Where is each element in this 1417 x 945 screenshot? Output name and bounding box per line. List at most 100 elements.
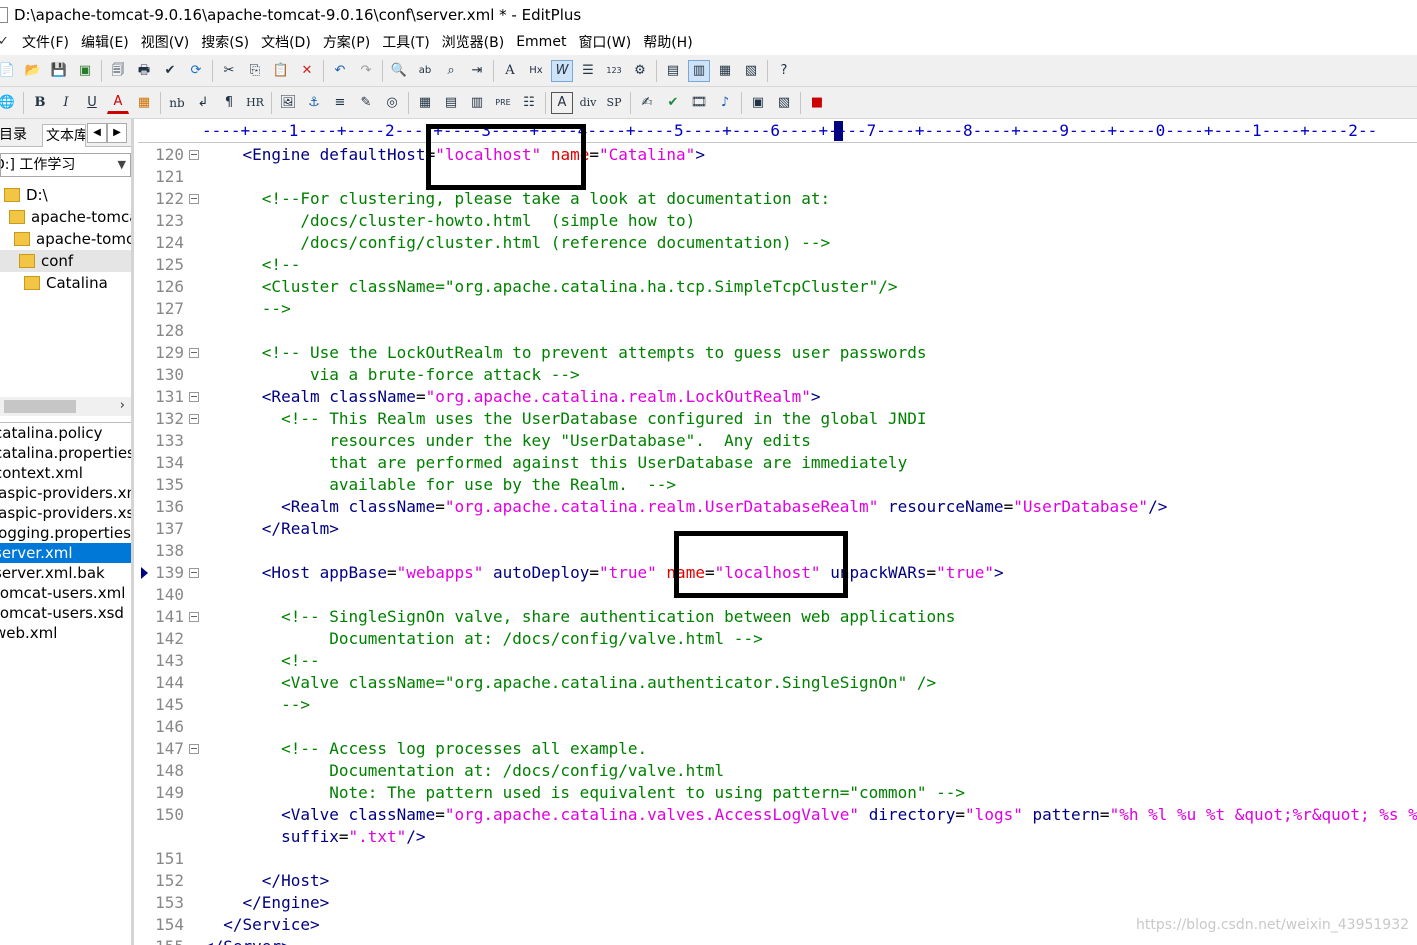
spell-check-icon[interactable]: ✔	[159, 60, 181, 82]
file-item[interactable]: server.xml.bak	[0, 563, 131, 583]
code-line[interactable]: 155 </Server>	[138, 936, 1417, 945]
file-item-selected[interactable]: server.xml	[0, 543, 131, 563]
system-menu-icon[interactable]: ✓	[0, 35, 12, 49]
div-button[interactable]: div	[577, 92, 599, 114]
italic-button[interactable]: I	[55, 92, 77, 114]
tree-node[interactable]: apache-tomcat-9.0.16	[9, 206, 131, 228]
help-icon[interactable]: ?	[773, 60, 795, 82]
ordered-list-icon[interactable]: ☷	[518, 92, 540, 114]
menu-edit[interactable]: 编辑(E)	[75, 32, 135, 52]
code-line[interactable]: 134 that are performed against this User…	[138, 452, 1417, 474]
media-icon[interactable]: 🎞	[688, 92, 710, 114]
tree-node[interactable]: D:\	[4, 184, 48, 206]
column-select-icon[interactable]: ☰	[577, 60, 599, 82]
code-line[interactable]: 141 <!-- SingleSignOn valve, share authe…	[138, 606, 1417, 628]
file-item[interactable]: tomcat-users.xsd	[0, 603, 131, 623]
menu-tools[interactable]: 工具(T)	[376, 32, 435, 52]
code-line[interactable]: 127 -->	[138, 298, 1417, 320]
undo-icon[interactable]: ↶	[329, 60, 351, 82]
save-all-icon[interactable]: ▣	[74, 60, 96, 82]
code-line[interactable]: 142 Documentation at: /docs/config/valve…	[138, 628, 1417, 650]
replace-icon[interactable]: ab	[414, 60, 436, 82]
underline-button[interactable]: U	[81, 92, 103, 114]
code-line[interactable]: 131 <Realm className="org.apache.catalin…	[138, 386, 1417, 408]
scrollbar-thumb[interactable]	[4, 400, 76, 413]
code-line[interactable]: 128	[138, 320, 1417, 342]
print-icon[interactable]: 🖶	[133, 60, 155, 82]
clip-icon[interactable]: ▧	[773, 92, 795, 114]
code-line[interactable]: 132 <!-- This Realm uses the UserDatabas…	[138, 408, 1417, 430]
code-line[interactable]: 136 <Realm className="org.apache.catalin…	[138, 496, 1417, 518]
list-icon[interactable]: ≡	[329, 92, 351, 114]
table-icon[interactable]: ▦	[414, 92, 436, 114]
code-line[interactable]: 151	[138, 848, 1417, 870]
code-line[interactable]: 147 <!-- Access log processes all exampl…	[138, 738, 1417, 760]
open-folder-icon[interactable]: 📂	[22, 60, 44, 82]
file-item[interactable]: jaspic-providers.xml	[0, 483, 131, 503]
color-picker-icon[interactable]: ■	[806, 92, 828, 114]
code-line[interactable]: 122 <!--For clustering, please take a lo…	[138, 188, 1417, 210]
check-icon[interactable]: ✔	[662, 92, 684, 114]
window2-icon[interactable]: ▥	[688, 59, 710, 82]
file-item[interactable]: context.xml	[0, 463, 131, 483]
tree-node[interactable]: Catalina	[24, 272, 108, 294]
find-in-files-icon[interactable]: ⌕	[440, 60, 462, 82]
code-line[interactable]: 130 via a brute-force attack -->	[138, 364, 1417, 386]
preformatted-button[interactable]: PRE	[492, 92, 514, 114]
drive-select[interactable]: D:] 工作学习 ▼	[0, 153, 131, 177]
menu-help[interactable]: 帮助(H)	[637, 32, 698, 52]
ruler-icon[interactable]: 123	[603, 60, 625, 82]
hex-icon[interactable]: Hx	[525, 60, 547, 82]
chevron-down-icon[interactable]: ▼	[118, 154, 126, 176]
line-break-button[interactable]: ↲	[192, 92, 214, 114]
save-icon[interactable]: 💾	[48, 60, 70, 82]
code-line[interactable]: 124 /docs/config/cluster.html (reference…	[138, 232, 1417, 254]
form-icon[interactable]: ✎	[355, 92, 377, 114]
style-icon[interactable]: ▣	[747, 92, 769, 114]
new-file-icon[interactable]: 📄	[0, 60, 18, 82]
window3-icon[interactable]: ▦	[714, 60, 736, 82]
menu-window[interactable]: 窗口(W)	[572, 32, 637, 52]
font-icon[interactable]: A	[499, 60, 521, 82]
window1-icon[interactable]: ▤	[662, 60, 684, 82]
code-line[interactable]: 143 <!--	[138, 650, 1417, 672]
chevron-right-icon[interactable]: ▶	[107, 123, 127, 143]
chevron-left-icon[interactable]: ◀	[87, 123, 107, 143]
file-item[interactable]: web.xml	[0, 623, 131, 643]
chevron-right-icon[interactable]: ›	[120, 398, 125, 413]
globe-icon[interactable]: 🌐	[0, 92, 18, 114]
file-item[interactable]: logging.properties	[0, 523, 131, 543]
font-color-button[interactable]: A	[107, 92, 129, 114]
fold-toggle-icon[interactable]	[189, 348, 199, 358]
window4-icon[interactable]: ▧	[740, 60, 762, 82]
code-line[interactable]: 123 /docs/cluster-howto.html (simple how…	[138, 210, 1417, 232]
menu-emmet[interactable]: Emmet	[510, 34, 572, 50]
fold-toggle-icon[interactable]	[189, 744, 199, 754]
script-icon[interactable]: ✍	[636, 92, 658, 114]
menu-browser[interactable]: 浏览器(B)	[436, 32, 511, 52]
fold-toggle-icon[interactable]	[189, 194, 199, 204]
horizontal-rule-button[interactable]: HR	[244, 92, 266, 114]
object-icon[interactable]: ◎	[381, 92, 403, 114]
code-line[interactable]: 120 <Engine defaultHost="localhost" name…	[138, 144, 1417, 166]
menu-document[interactable]: 文档(D)	[255, 32, 317, 52]
code-line[interactable]: 129 <!-- Use the LockOutRealm to prevent…	[138, 342, 1417, 364]
fold-toggle-icon[interactable]	[189, 150, 199, 160]
code-line[interactable]: 149 Note: The pattern used is equivalent…	[138, 782, 1417, 804]
paste-icon[interactable]: 📋	[270, 60, 292, 82]
code-line[interactable]: 150 <Valve className="org.apache.catalin…	[138, 804, 1417, 826]
code-line[interactable]: 135 available for use by the Realm. -->	[138, 474, 1417, 496]
table-row-icon[interactable]: ▤	[440, 92, 462, 114]
cut-icon[interactable]: ✂	[218, 60, 240, 82]
menu-project[interactable]: 方案(P)	[317, 32, 376, 52]
find-icon[interactable]: 🔍	[388, 60, 410, 82]
menu-search[interactable]: 搜索(S)	[195, 32, 255, 52]
code-line[interactable]: 121	[138, 166, 1417, 188]
code-line[interactable]: 125 <!--	[138, 254, 1417, 276]
fold-toggle-icon[interactable]	[189, 612, 199, 622]
tab-directory[interactable]: 目录	[0, 124, 40, 147]
music-icon[interactable]: ♪	[714, 92, 736, 114]
browser-preview-icon[interactable]: ⟳	[185, 60, 207, 82]
code-line[interactable]: 152 </Host>	[138, 870, 1417, 892]
file-item[interactable]: tomcat-users.xml	[0, 583, 131, 603]
